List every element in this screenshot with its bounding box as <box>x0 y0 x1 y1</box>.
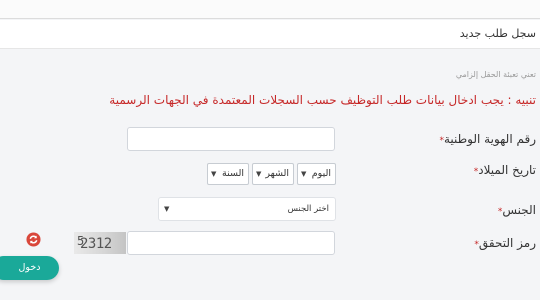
birth-day-value: اليوم <box>311 168 331 179</box>
birth-date-label-text: تاريخ الميلاد <box>478 163 536 177</box>
captcha-label-text: رمز التحقق <box>478 236 536 250</box>
gender-label: *الجنس <box>494 203 536 217</box>
refresh-icon <box>26 232 41 247</box>
national-id-label-text: رقم الهوية الوطنية <box>443 132 536 146</box>
birth-day-select[interactable]: اليوم ▼ <box>297 163 336 185</box>
national-id-input[interactable] <box>127 127 335 151</box>
national-id-label: *رقم الهوية الوطنية <box>435 132 536 146</box>
captcha-label: *رمز التحقق <box>470 236 536 250</box>
title-bar: سجل طلب جديد <box>0 20 540 49</box>
gender-select[interactable]: اختر الجنس ▼ <box>158 197 336 221</box>
gender-label-text: الجنس <box>502 203 536 217</box>
captcha-input[interactable] <box>127 231 335 255</box>
login-button[interactable]: دخول <box>0 256 59 280</box>
birth-date-label: *تاريخ الميلاد <box>470 163 536 177</box>
warning-notice: تنبيه : يجب ادخال بيانات طلب التوظيف حسب… <box>109 93 536 107</box>
login-button-label: دخول <box>18 262 41 273</box>
chevron-down-icon: ▼ <box>211 170 217 178</box>
birth-month-value: الشهر <box>265 168 289 179</box>
birth-year-value: السنة <box>222 168 244 179</box>
chevron-down-icon: ▼ <box>256 170 262 178</box>
top-strip <box>0 0 540 19</box>
chevron-down-icon: ▼ <box>164 205 170 213</box>
page-title: سجل طلب جديد <box>459 27 536 40</box>
refresh-captcha-button[interactable] <box>26 232 41 247</box>
gender-value: اختر الجنس <box>287 204 329 214</box>
birth-month-select[interactable]: الشهر ▼ <box>252 163 294 185</box>
captcha-image-text: 2312 <box>80 236 112 252</box>
birth-year-select[interactable]: السنة ▼ <box>207 163 249 185</box>
chevron-down-icon: ▼ <box>301 170 307 178</box>
captcha-image: 2312 5 <box>74 232 126 254</box>
required-hint: تعني تعبئة الحقل إلزامي <box>455 70 536 79</box>
